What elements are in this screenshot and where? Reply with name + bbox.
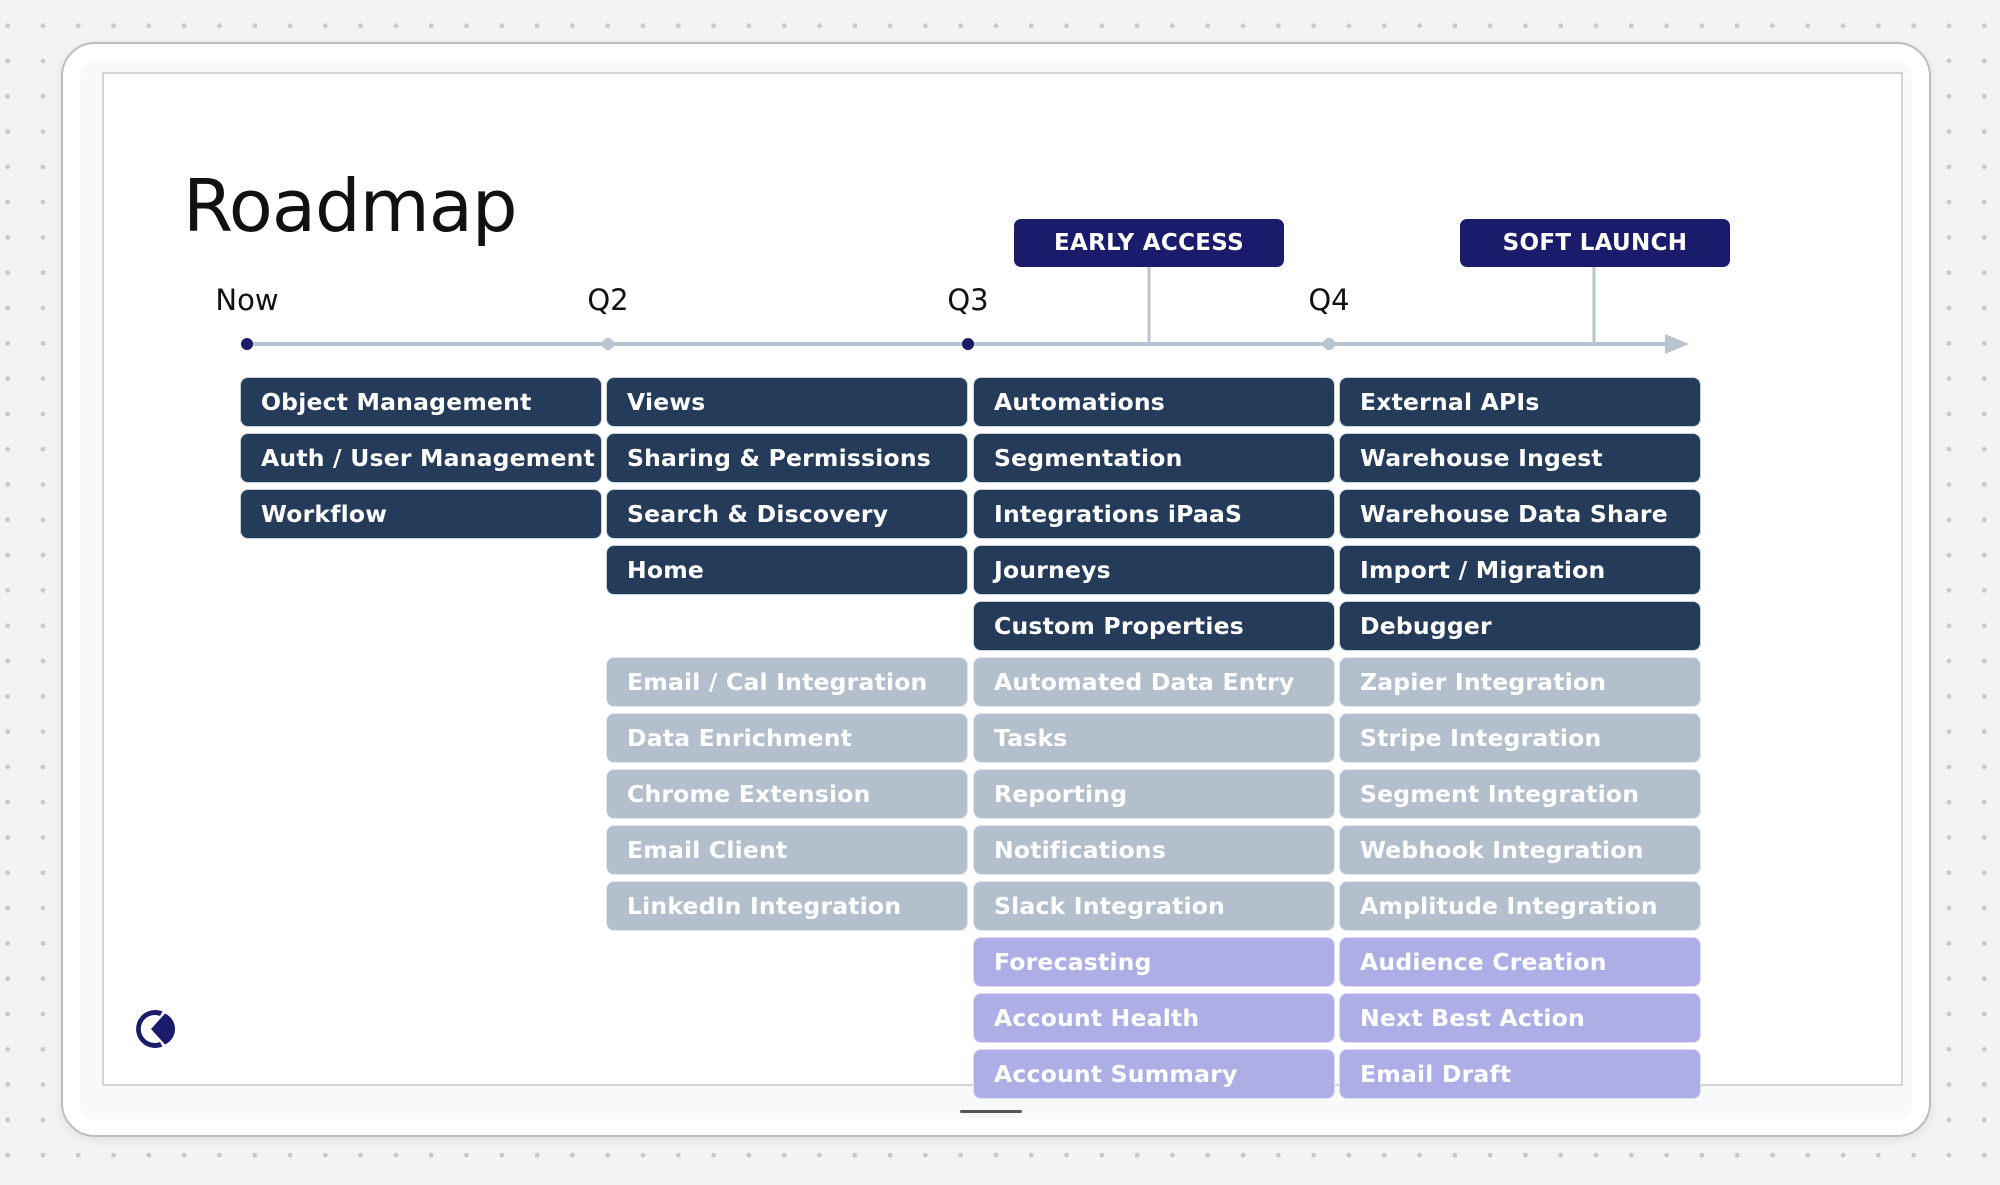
- roadmap-item-label: Account Health: [994, 1004, 1200, 1032]
- tick-marker-q2: [602, 338, 614, 350]
- roadmap-item-label: Debugger: [1360, 612, 1492, 640]
- roadmap-item-ai[interactable]: Forecasting: [974, 938, 1334, 986]
- roadmap-item-integration[interactable]: Email Client: [607, 826, 967, 874]
- roadmap-item-core[interactable]: Warehouse Data Share: [1340, 490, 1700, 538]
- roadmap-item-integration[interactable]: Data Enrichment: [607, 714, 967, 762]
- roadmap-item-label: Warehouse Data Share: [1360, 500, 1668, 528]
- roadmap-item-core[interactable]: Views: [607, 378, 967, 426]
- roadmap-item-ai[interactable]: Account Summary: [974, 1050, 1334, 1098]
- roadmap-item-core[interactable]: Automations: [974, 378, 1334, 426]
- tick-label-now: Now: [215, 283, 279, 317]
- roadmap-item-integration[interactable]: Reporting: [974, 770, 1334, 818]
- timeline-axis: [241, 267, 1689, 354]
- roadmap-item-integration[interactable]: Chrome Extension: [607, 770, 967, 818]
- roadmap-item-core[interactable]: Auth / User Management: [241, 434, 601, 482]
- roadmap-item-ai[interactable]: Account Health: [974, 994, 1334, 1042]
- roadmap-item-label: Tasks: [994, 724, 1068, 752]
- scroll-indicator[interactable]: [960, 1110, 1022, 1113]
- company-logo-icon: [136, 1010, 176, 1048]
- roadmap-item-label: Search & Discovery: [627, 500, 889, 528]
- roadmap-item-integration[interactable]: Email / Cal Integration: [607, 658, 967, 706]
- roadmap-item-label: Zapier Integration: [1360, 668, 1607, 696]
- roadmap-item-label: Amplitude Integration: [1360, 892, 1658, 920]
- roadmap-item-label: Stripe Integration: [1360, 724, 1602, 752]
- roadmap-item-core[interactable]: Sharing & Permissions: [607, 434, 967, 482]
- roadmap-item-label: Object Management: [261, 388, 532, 416]
- roadmap-item-label: Webhook Integration: [1360, 836, 1644, 864]
- milestone-early-access: EARLY ACCESS: [1014, 219, 1284, 267]
- roadmap-item-label: Notifications: [994, 836, 1166, 864]
- milestone-label: SOFT LAUNCH: [1502, 230, 1688, 256]
- roadmap-item-label: Email / Cal Integration: [627, 668, 928, 696]
- roadmap-item-integration[interactable]: Slack Integration: [974, 882, 1334, 930]
- roadmap-item-label: Reporting: [994, 780, 1128, 808]
- roadmap-item-label: Automated Data Entry: [994, 668, 1295, 696]
- roadmap-item-label: Slack Integration: [994, 892, 1226, 920]
- roadmap-item-label: Auth / User Management: [261, 444, 595, 472]
- roadmap-item-integration[interactable]: Segment Integration: [1340, 770, 1700, 818]
- roadmap-item-integration[interactable]: Stripe Integration: [1340, 714, 1700, 762]
- roadmap-item-integration[interactable]: Zapier Integration: [1340, 658, 1700, 706]
- roadmap-item-label: Chrome Extension: [627, 780, 871, 808]
- roadmap-item-label: Audience Creation: [1360, 948, 1607, 976]
- roadmap-item-label: Views: [627, 388, 706, 416]
- roadmap-item-core[interactable]: Object Management: [241, 378, 601, 426]
- roadmap-item-label: Forecasting: [994, 948, 1152, 976]
- roadmap-item-core[interactable]: Debugger: [1340, 602, 1700, 650]
- roadmap-item-integration[interactable]: Notifications: [974, 826, 1334, 874]
- roadmap-item-label: Next Best Action: [1360, 1004, 1585, 1032]
- tick-marker-now: [241, 338, 253, 350]
- roadmap-item-integration[interactable]: Automated Data Entry: [974, 658, 1334, 706]
- roadmap-item-core[interactable]: Journeys: [974, 546, 1334, 594]
- roadmap-item-label: Segmentation: [994, 444, 1183, 472]
- milestone-label: EARLY ACCESS: [1054, 230, 1244, 256]
- roadmap-item-integration[interactable]: Webhook Integration: [1340, 826, 1700, 874]
- roadmap-item-label: Workflow: [261, 500, 388, 528]
- roadmap-item-core[interactable]: Integrations iPaaS: [974, 490, 1334, 538]
- tick-label-q2: Q2: [587, 283, 629, 317]
- milestone-soft-launch: SOFT LAUNCH: [1460, 219, 1730, 267]
- roadmap-item-label: Sharing & Permissions: [627, 444, 931, 472]
- tick-marker-q4: [1323, 338, 1335, 350]
- tick-label-q4: Q4: [1308, 283, 1350, 317]
- roadmap-item-label: Email Client: [627, 836, 788, 864]
- roadmap-item-integration[interactable]: Tasks: [974, 714, 1334, 762]
- roadmap-item-label: Import / Migration: [1360, 556, 1606, 584]
- roadmap-item-label: Segment Integration: [1360, 780, 1640, 808]
- tick-label-q3: Q3: [947, 283, 989, 317]
- roadmap-item-core[interactable]: External APIs: [1340, 378, 1700, 426]
- roadmap-item-ai[interactable]: Email Draft: [1340, 1050, 1700, 1098]
- roadmap-item-label: Custom Properties: [994, 612, 1244, 640]
- roadmap-item-core[interactable]: Warehouse Ingest: [1340, 434, 1700, 482]
- roadmap-item-core[interactable]: Home: [607, 546, 967, 594]
- roadmap-item-label: Data Enrichment: [627, 724, 853, 752]
- tick-marker-q3: [962, 338, 974, 350]
- roadmap-item-integration[interactable]: Amplitude Integration: [1340, 882, 1700, 930]
- roadmap-item-label: Journeys: [994, 556, 1111, 584]
- roadmap-item-label: Account Summary: [994, 1060, 1238, 1088]
- roadmap-item-label: Integrations iPaaS: [994, 500, 1243, 528]
- roadmap-item-label: Warehouse Ingest: [1360, 444, 1603, 472]
- roadmap-item-core[interactable]: Import / Migration: [1340, 546, 1700, 594]
- roadmap-item-ai[interactable]: Next Best Action: [1340, 994, 1700, 1042]
- timeline-arrowhead: [1665, 334, 1689, 354]
- roadmap-item-label: Automations: [994, 388, 1165, 416]
- roadmap-item-ai[interactable]: Audience Creation: [1340, 938, 1700, 986]
- roadmap-item-core[interactable]: Search & Discovery: [607, 490, 967, 538]
- roadmap-item-core[interactable]: Segmentation: [974, 434, 1334, 482]
- roadmap-item-label: Home: [627, 556, 705, 584]
- roadmap-item-core[interactable]: Workflow: [241, 490, 601, 538]
- roadmap-item-label: External APIs: [1360, 388, 1540, 416]
- roadmap-item-core[interactable]: Custom Properties: [974, 602, 1334, 650]
- roadmap-item-label: Email Draft: [1360, 1060, 1512, 1088]
- roadmap-item-label: LinkedIn Integration: [627, 892, 902, 920]
- roadmap-item-integration[interactable]: LinkedIn Integration: [607, 882, 967, 930]
